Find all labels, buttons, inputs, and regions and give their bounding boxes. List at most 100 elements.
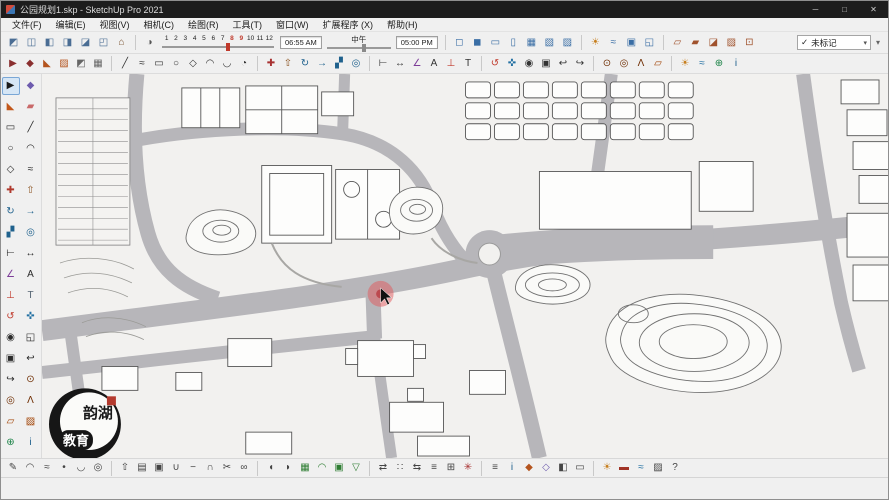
pan-tool-icon[interactable]: ✜ [22,308,40,326]
menu-item[interactable]: 绘图(R) [181,18,226,31]
menu-item[interactable]: 扩展程序 (X) [316,18,381,31]
pie-tool-icon[interactable]: ◔ [236,56,252,72]
maximize-button[interactable]: □ [830,1,859,18]
fog-toggle-icon[interactable]: ≈ [605,34,622,51]
flip-ext-icon[interactable]: ⇄ [375,460,391,476]
push-pull-tool-icon[interactable]: ⇧ [22,182,40,200]
model-viewport[interactable]: 韵湖 教育 [42,74,888,458]
section-fill-icon[interactable]: ▨ [723,34,740,51]
threed-text-tool-icon[interactable]: T [22,287,40,305]
wireframe-style-icon[interactable]: ▭ [487,34,504,51]
offset-tool-icon[interactable]: ◎ [22,224,40,242]
match-photo-panel-icon[interactable]: ▨ [650,460,666,476]
sandbox-stamp-icon[interactable]: ▣ [331,460,347,476]
text-tool-icon[interactable]: A [22,266,40,284]
instructor-panel-icon[interactable]: ? [667,460,683,476]
arc-tool-icon[interactable]: ◠ [202,56,218,72]
rectangle-tool-icon[interactable]: ▭ [2,119,20,137]
next-view-icon[interactable]: ↪ [2,371,20,389]
axes-tool-icon[interactable]: ⊥ [2,287,20,305]
menu-item[interactable]: 文件(F) [5,18,49,31]
shadow-time-slider[interactable]: 中午 [326,33,391,53]
hidden-line-style-icon[interactable]: ▯ [505,34,522,51]
minimize-button[interactable]: ─ [801,1,830,18]
next-view-icon[interactable]: ↪ [572,56,588,72]
view-home-icon[interactable]: ⌂ [113,34,130,51]
paint-bucket-icon[interactable]: ◣ [2,98,20,116]
shell-ext-icon[interactable]: ▣ [151,460,167,476]
polygon-tool-icon[interactable]: ◇ [185,56,201,72]
circle-tool-icon[interactable]: ○ [168,56,184,72]
weld-ext-icon[interactable]: ∞ [236,460,252,476]
freehand-tool-icon[interactable]: ≈ [22,161,40,179]
entity-info-icon[interactable]: i [504,460,520,476]
tape-measure-icon[interactable]: ⊢ [2,245,20,263]
freehand-tool-icon[interactable]: ≈ [134,56,150,72]
view-iso-icon[interactable]: ◩ [5,34,22,51]
monochrome-style-icon[interactable]: ▨ [559,34,576,51]
shadows-panel-icon[interactable]: ☀ [599,460,615,476]
sandbox-contours-icon[interactable]: ▦ [297,460,313,476]
select-tool-icon[interactable]: ▶ [1,77,20,95]
time-slider-track[interactable] [326,43,391,52]
model-canvas[interactable]: 韵湖 教育 [42,74,888,458]
zoom-tool-icon[interactable]: ◉ [2,329,20,347]
shadows-dialog-icon[interactable]: ☀ [677,56,693,72]
previous-view-icon[interactable]: ↩ [555,56,571,72]
texture-tool-icon[interactable]: ▦ [90,56,106,72]
line-tool-icon[interactable]: ╱ [117,56,133,72]
photo-match-icon[interactable]: ▣ [623,34,640,51]
menu-item[interactable]: 相机(C) [137,18,182,31]
scenes-panel-icon[interactable]: ▭ [572,460,588,476]
arc3d-ext-icon[interactable]: ◡ [73,460,89,476]
spline-ext-icon[interactable]: ≈ [39,460,55,476]
orbit-tool-icon[interactable]: ↺ [2,308,20,326]
position-camera-icon[interactable]: ⊙ [599,56,615,72]
arc-tool-icon[interactable]: ◠ [22,140,40,158]
materials-panel-icon[interactable]: ◆ [521,460,537,476]
push-pull-tool-icon[interactable]: ⇧ [280,56,296,72]
watermark-toggle-icon[interactable]: ◱ [641,34,658,51]
zoom-tool-icon[interactable]: ◉ [521,56,537,72]
polygon-tool-icon[interactable]: ◇ [2,161,20,179]
fog-panel-icon[interactable]: ≈ [633,460,649,476]
section-plane-icon[interactable]: ▱ [669,34,686,51]
line-tool-icon[interactable]: ╱ [22,119,40,137]
extrude-ext-icon[interactable]: ⇧ [117,460,133,476]
rectangle-tool-icon[interactable]: ▭ [151,56,167,72]
trim-ext-icon[interactable]: ✂ [219,460,235,476]
model-info-icon[interactable]: i [728,56,744,72]
eraser-tool-icon[interactable]: ▰ [22,98,40,116]
view-right-icon[interactable]: ◨ [59,34,76,51]
look-around-icon[interactable]: ◎ [616,56,632,72]
dimension-icon[interactable]: ↔ [392,56,408,72]
soften-ext-icon[interactable]: ◖ [263,460,279,476]
menu-item[interactable]: 视图(V) [93,18,137,31]
zoom-extents-icon[interactable]: ▣ [2,350,20,368]
threed-text-icon[interactable]: T [460,56,476,72]
paint-tool-icon[interactable]: ◣ [39,56,55,72]
time-slider-handle[interactable] [361,43,366,52]
components-panel-icon[interactable]: ◇ [538,460,554,476]
date-slider-handle[interactable] [225,43,230,51]
orbit-tool-icon[interactable]: ↺ [487,56,503,72]
loft-ext-icon[interactable]: ▤ [134,460,150,476]
menu-item[interactable]: 窗口(W) [269,18,316,31]
view-left-icon[interactable]: ◰ [95,34,112,51]
protractor-icon[interactable]: ∠ [409,56,425,72]
section-plane-icon[interactable]: ▱ [2,413,20,431]
intersect-ext-icon[interactable]: ∩ [202,460,218,476]
move-tool-icon[interactable]: ✚ [2,182,20,200]
menu-item[interactable]: 编辑(E) [49,18,93,31]
section-plane-tool-icon[interactable]: ▱ [650,56,666,72]
shadows-toggle-icon[interactable]: ☀ [587,34,604,51]
position-camera-icon[interactable]: ⊙ [22,371,40,389]
sandbox-drape-icon[interactable]: ▽ [348,460,364,476]
textured-style-icon[interactable]: ▧ [541,34,558,51]
section-fill-icon[interactable]: ▨ [22,413,40,431]
date-slider-track[interactable] [162,43,274,51]
protractor-tool-icon[interactable]: ∠ [2,266,20,284]
circle-tool-icon[interactable]: ○ [2,140,20,158]
sandbox-smoove-icon[interactable]: ◠ [314,460,330,476]
point-ext-icon[interactable]: • [56,460,72,476]
